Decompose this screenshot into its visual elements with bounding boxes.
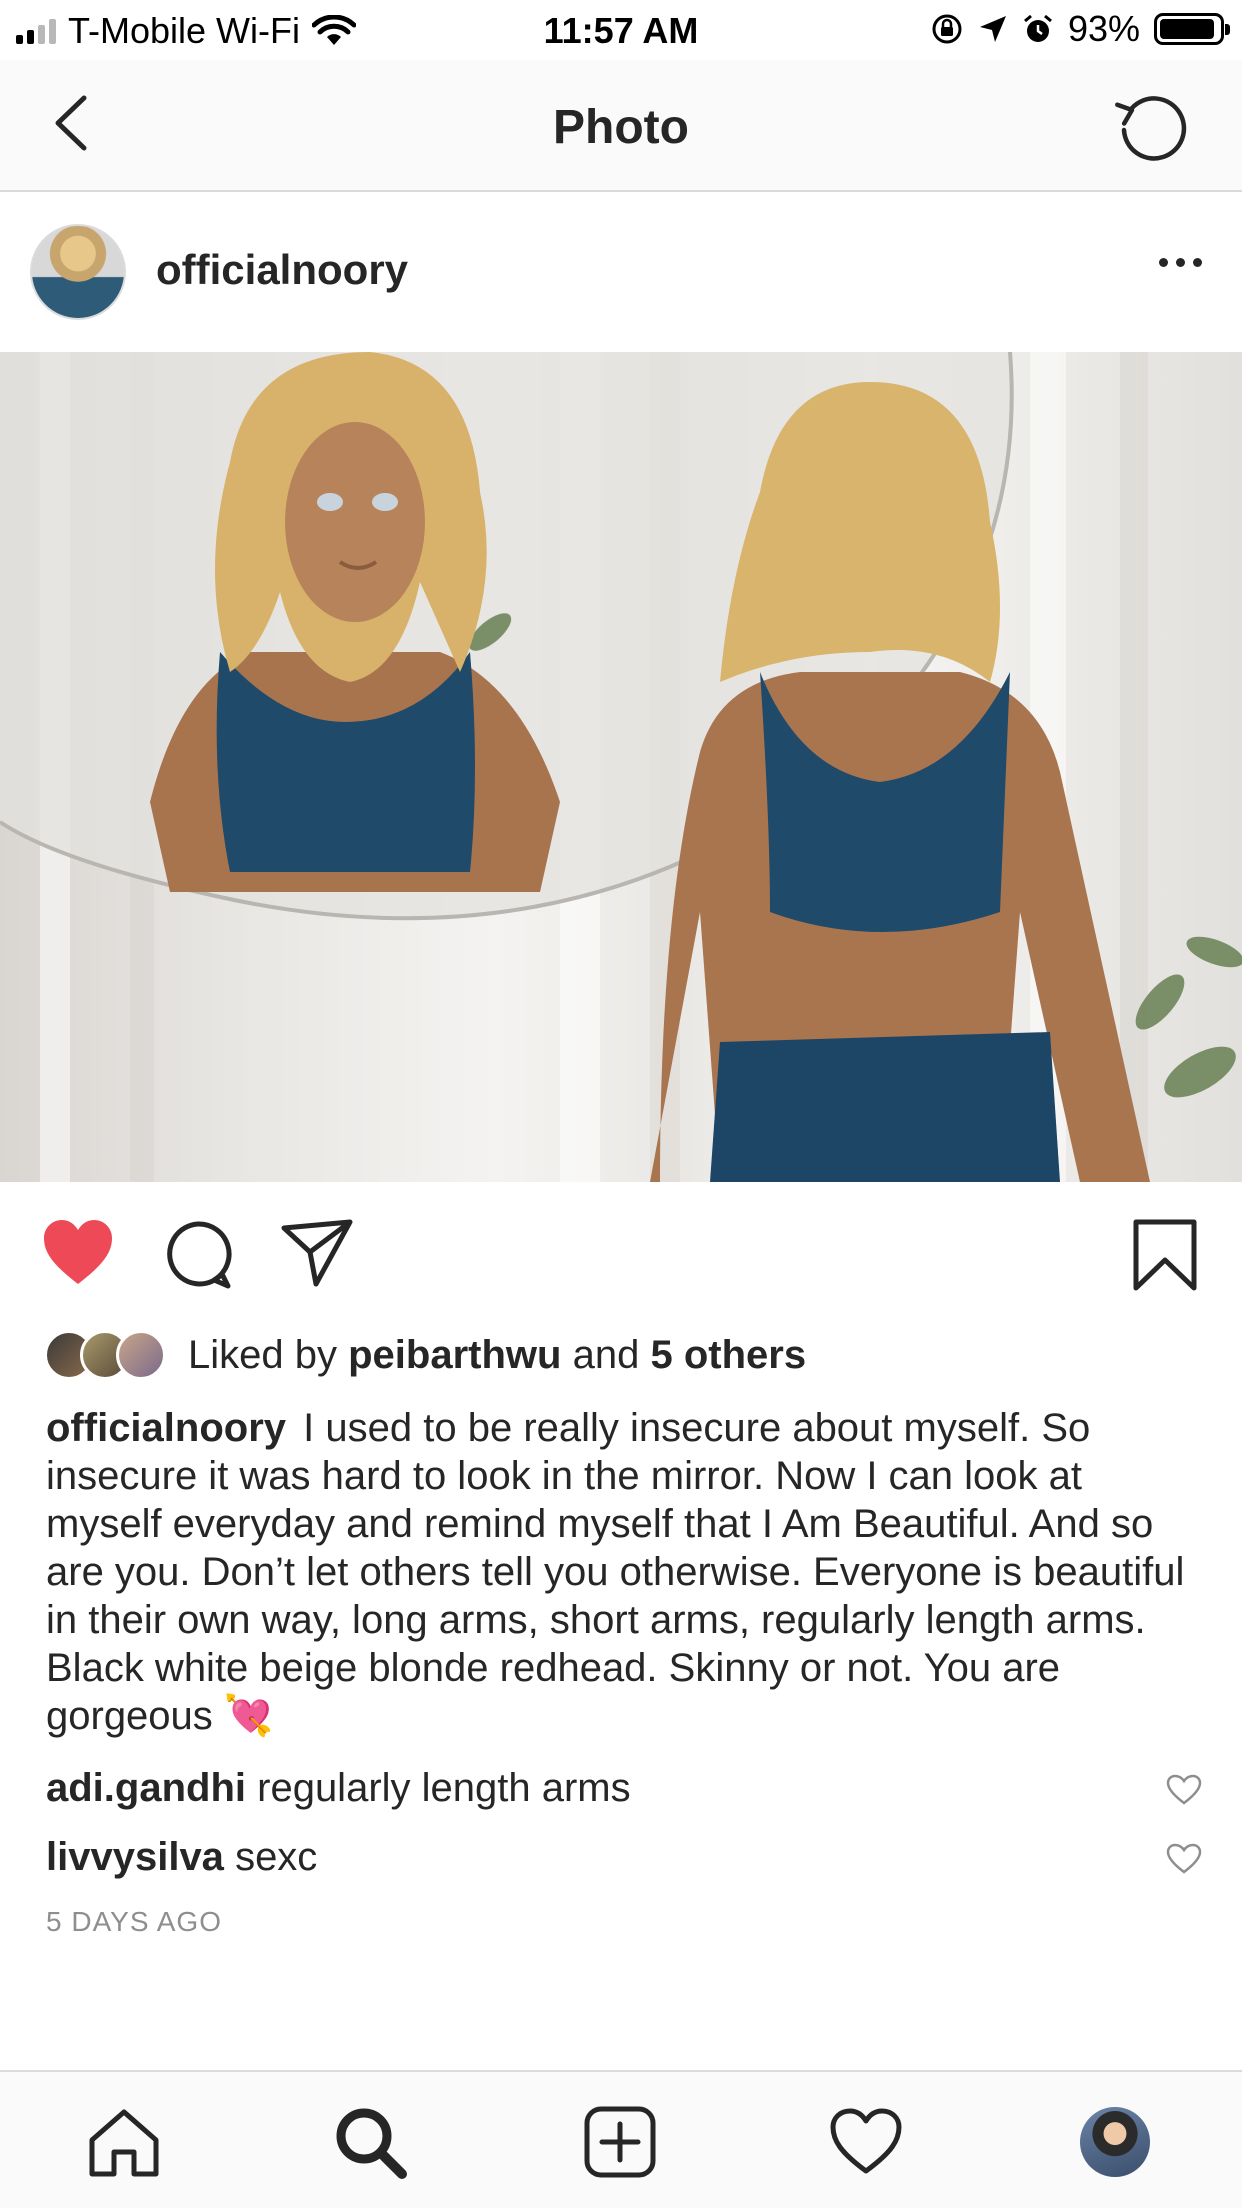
refresh-icon[interactable] [1112, 86, 1192, 166]
comment-row: livvysilva sexc [46, 1833, 1146, 1881]
add-post-icon [584, 2106, 656, 2178]
orientation-lock-icon [932, 14, 962, 44]
battery-fill [1160, 19, 1214, 39]
comment-text: regularly length arms [257, 1766, 631, 1810]
liked-by-and: and [572, 1332, 640, 1377]
caption-text: I used to be really insecure about mysel… [46, 1406, 1185, 1738]
cell-signal-icon [16, 18, 56, 44]
post-photo-image [0, 352, 1242, 1182]
comment-like-heart-icon[interactable] [1166, 1843, 1202, 1875]
tab-new-post[interactable] [580, 2102, 660, 2182]
wifi-icon [312, 15, 356, 45]
like-heart-icon[interactable] [40, 1218, 116, 1288]
status-bar: T-Mobile Wi-Fi 11:57 AM 93% [0, 0, 1242, 60]
tab-home[interactable] [84, 2102, 164, 2182]
alarm-icon [1023, 14, 1052, 42]
home-icon [89, 2109, 159, 2177]
status-right: 93% [930, 8, 1230, 50]
comment-icon[interactable] [162, 1218, 234, 1290]
caption-username[interactable]: officialnoory [46, 1406, 286, 1450]
location-arrow-icon [979, 16, 1006, 42]
comment-text: sexc [235, 1835, 318, 1879]
post-timestamp: 5 DAYS AGO [46, 1906, 222, 1937]
bookmark-icon[interactable] [1132, 1218, 1198, 1292]
post-actions [0, 1182, 1242, 1322]
post-author-username[interactable]: officialnoory [156, 246, 408, 294]
share-direct-icon[interactable] [280, 1218, 356, 1290]
comment-username[interactable]: adi.gandhi [46, 1766, 246, 1810]
post-caption: officialnoory I used to be really insecu… [46, 1404, 1206, 1740]
comment-like-heart-icon[interactable] [1166, 1774, 1202, 1806]
status-left: T-Mobile Wi-Fi [16, 10, 356, 52]
liker-avatar [116, 1330, 166, 1380]
post-photo[interactable] [0, 352, 1242, 1182]
profile-avatar[interactable] [1080, 2107, 1150, 2177]
likes-summary[interactable]: Liked by peibarthwu and 5 others [44, 1326, 806, 1384]
page-title: Photo [553, 101, 689, 154]
more-options-icon[interactable] [1159, 258, 1202, 267]
bottom-tab-bar [0, 2070, 1242, 2208]
liked-by-others[interactable]: 5 others [650, 1333, 806, 1378]
chevron-left-icon[interactable] [44, 90, 104, 156]
tab-activity[interactable] [826, 2102, 906, 2182]
liker-avatars [44, 1330, 166, 1380]
liked-by-user[interactable]: peibarthwu [348, 1333, 561, 1378]
battery-icon [1154, 13, 1230, 45]
search-icon [336, 2108, 407, 2179]
navigation-bar: Photo [0, 60, 1242, 192]
comment-username[interactable]: livvysilva [46, 1835, 224, 1879]
tab-search[interactable] [330, 2102, 410, 2182]
comment-row: adi.gandhi regularly length arms [46, 1764, 1146, 1812]
liked-by-prefix: Liked by [188, 1332, 337, 1377]
carrier-label: T-Mobile Wi-Fi [68, 10, 300, 51]
post-header: officialnoory [0, 192, 1242, 352]
post-author-avatar[interactable] [30, 224, 126, 320]
photo-screen: T-Mobile Wi-Fi 11:57 AM 93% Photo offici… [0, 0, 1242, 2208]
battery-percent: 93% [1067, 8, 1140, 49]
activity-heart-icon [830, 2108, 902, 2174]
